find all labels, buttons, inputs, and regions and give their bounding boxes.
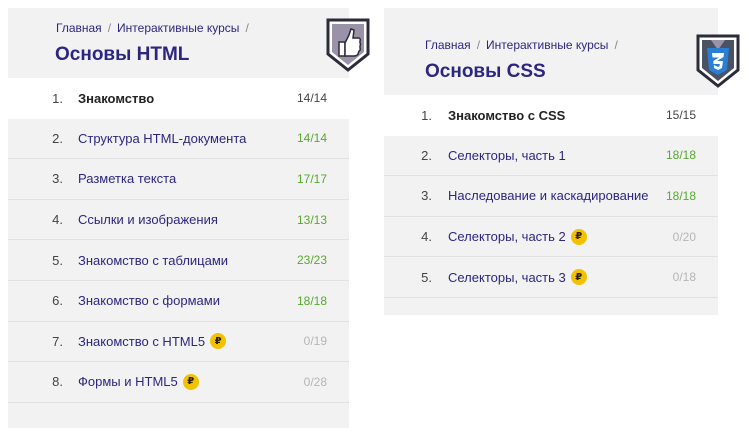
lesson-title[interactable]: Наследование и каскадирование <box>448 188 648 203</box>
lesson-title[interactable]: Селекторы, часть 2 ₽ <box>448 228 587 245</box>
lesson-title[interactable]: Ссылки и изображения <box>78 212 218 227</box>
lesson-number: 4. <box>52 212 63 228</box>
lesson-number: 5. <box>52 252 63 268</box>
course-card-css: Главная / Интерактивные курсы / Основы CSS … <box>384 8 740 315</box>
lesson-title[interactable]: Знакомство с CSS <box>448 108 565 123</box>
ruble-coin-icon: ₽ <box>210 333 227 350</box>
lesson-item[interactable]: 1. Знакомство с CSS 15/15 <box>384 95 718 136</box>
lesson-progress: 0/20 <box>672 229 696 244</box>
lesson-number: 4. <box>421 229 432 245</box>
lesson-title-text: Наследование и каскадирование <box>448 188 649 204</box>
lesson-item[interactable]: 4. Ссылки и изображения 13/13 <box>8 200 349 241</box>
lesson-number: 2. <box>52 130 63 146</box>
lesson-progress: 18/18 <box>665 188 696 203</box>
lesson-item[interactable]: 2. Структура HTML-документа 14/14 <box>8 119 349 160</box>
lesson-title-text: Структура HTML-документа <box>78 130 247 146</box>
lesson-progress: 14/14 <box>296 91 327 106</box>
breadcrumb-separator: / <box>476 38 481 52</box>
thumbs-up-icon <box>326 18 370 72</box>
breadcrumb-courses[interactable]: Интерактивные курсы <box>486 38 608 52</box>
lesson-item[interactable]: 3. Разметка текста 17/17 <box>8 159 349 200</box>
lesson-list: 1. Знакомство 14/14 2. Структура HTML-докуме… <box>8 78 349 403</box>
lesson-title-text: Разметка текста <box>78 171 177 187</box>
lesson-item[interactable]: 6. Знакомство с формами 18/18 <box>8 281 349 322</box>
lesson-title-text: Селекторы, часть 2 <box>448 229 566 245</box>
lesson-title-text: Знакомство <box>78 90 155 106</box>
lesson-title[interactable]: Структура HTML-документа <box>78 131 246 146</box>
lesson-progress: 13/13 <box>296 212 327 227</box>
lesson-title[interactable]: Знакомство <box>78 91 154 106</box>
lesson-title[interactable]: Формы и HTML5 ₽ <box>78 373 199 390</box>
lesson-title[interactable]: Селекторы, часть 3 ₽ <box>448 269 587 286</box>
ruble-coin-icon: ₽ <box>570 228 587 245</box>
lesson-progress: 0/28 <box>303 374 327 389</box>
lesson-item[interactable]: 7. Знакомство с HTML5 ₽0/19 <box>8 322 349 363</box>
lesson-number: 6. <box>52 293 63 309</box>
breadcrumb-courses[interactable]: Интерактивные курсы <box>117 21 239 35</box>
lesson-number: 1. <box>421 107 432 123</box>
lesson-progress: 18/18 <box>665 148 696 163</box>
lesson-title-text: Селекторы, часть 3 <box>448 269 566 285</box>
ruble-coin-icon: ₽ <box>570 269 587 286</box>
lesson-list: 1. Знакомство с CSS 15/15 2. Селекторы, част… <box>384 95 718 298</box>
lesson-title[interactable]: Селекторы, часть 1 <box>448 148 566 163</box>
breadcrumb: Главная / Интерактивные курсы / <box>56 21 255 35</box>
breadcrumb: Главная / Интерактивные курсы / <box>425 38 624 52</box>
lesson-number: 8. <box>52 374 63 390</box>
lesson-progress: 14/14 <box>296 131 327 146</box>
css3-shield-icon <box>696 34 740 88</box>
lesson-number: 3. <box>421 188 432 204</box>
lesson-title[interactable]: Знакомство с таблицами <box>78 253 228 268</box>
lesson-title[interactable]: Знакомство с формами <box>78 293 220 308</box>
lesson-item[interactable]: 8. Формы и HTML5 ₽0/28 <box>8 362 349 403</box>
lesson-title-text: Знакомство с формами <box>78 293 220 309</box>
lesson-item[interactable]: 3. Наследование и каскадирование 18/18 <box>384 176 718 217</box>
lesson-progress: 15/15 <box>665 108 696 123</box>
lesson-title-text: Знакомство с CSS <box>448 107 566 123</box>
lesson-title-text: Знакомство с таблицами <box>78 252 229 268</box>
lesson-title-text: Знакомство с HTML5 <box>78 333 206 349</box>
lesson-progress: 23/23 <box>296 253 327 268</box>
lesson-item[interactable]: 5. Знакомство с таблицами 23/23 <box>8 240 349 281</box>
lesson-number: 5. <box>421 269 432 285</box>
ruble-coin-icon: ₽ <box>182 373 199 390</box>
lesson-title[interactable]: Разметка текста <box>78 171 176 186</box>
breadcrumb-separator: / <box>614 38 618 52</box>
lesson-title[interactable]: Знакомство с HTML5 ₽ <box>78 333 227 350</box>
course-card-html: Главная / Интерактивные курсы / Основы HTML… <box>8 8 370 428</box>
lesson-number: 2. <box>421 147 432 163</box>
breadcrumb-home[interactable]: Главная <box>56 21 102 35</box>
lesson-title-text: Селекторы, часть 1 <box>448 147 566 163</box>
lesson-title-text: Ссылки и изображения <box>78 212 218 228</box>
lesson-progress: 0/19 <box>303 334 327 349</box>
lesson-number: 1. <box>52 90 63 106</box>
lesson-number: 7. <box>52 333 63 349</box>
lesson-progress: 18/18 <box>296 293 327 308</box>
lesson-progress: 0/18 <box>672 270 696 285</box>
lesson-title-text: Формы и HTML5 <box>78 374 178 390</box>
lesson-item[interactable]: 2. Селекторы, часть 1 18/18 <box>384 136 718 177</box>
breadcrumb-separator: / <box>245 21 249 35</box>
lesson-item[interactable]: 5. Селекторы, часть 3 ₽0/18 <box>384 257 718 298</box>
course-title[interactable]: Основы HTML <box>55 44 189 66</box>
lesson-item[interactable]: 4. Селекторы, часть 2 ₽0/20 <box>384 217 718 258</box>
breadcrumb-separator: / <box>107 21 112 35</box>
lesson-item[interactable]: 1. Знакомство 14/14 <box>8 78 349 119</box>
breadcrumb-home[interactable]: Главная <box>425 38 471 52</box>
course-title[interactable]: Основы CSS <box>425 61 546 83</box>
lesson-number: 3. <box>52 171 63 187</box>
lesson-progress: 17/17 <box>296 171 327 186</box>
